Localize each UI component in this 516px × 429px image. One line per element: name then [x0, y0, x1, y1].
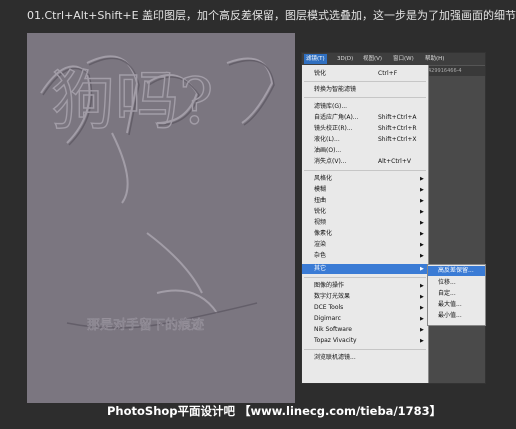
menu-item-sharpen[interactable]: 锐化 ▶	[302, 207, 428, 217]
submenu-item-high-pass[interactable]: 高反差保留...	[428, 266, 485, 276]
chevron-right-icon: ▶	[420, 316, 424, 322]
document-canvas: 狗吗? 那是对手留下的痕迹	[27, 33, 295, 403]
other-submenu: 高反差保留... 位移... 自定... 最大值... 最小值...	[427, 264, 486, 326]
menu-item-last-filter[interactable]: 锐化 Ctrl+F	[302, 69, 428, 79]
chevron-right-icon: ▶	[420, 209, 424, 215]
menu-item-adaptive-wide-angle[interactable]: 自适应广角(A)... Shift+Ctrl+A	[302, 113, 428, 123]
menu-item-video[interactable]: 视频 ▶	[302, 218, 428, 228]
menu-item-browse-online[interactable]: 浏览联机滤镜...	[302, 353, 428, 363]
instruction-text: 01.Ctrl+Alt+Shift+E 盖印图层，加个高反差保留，图层模式选叠加…	[27, 9, 516, 22]
chevron-right-icon: ▶	[420, 294, 424, 300]
menu-item-stylize[interactable]: 风格化 ▶	[302, 174, 428, 184]
document-tab[interactable]: 429916466-4	[428, 66, 485, 76]
menu-item-digimarc[interactable]: Digimarc ▶	[302, 314, 428, 324]
menu-item-distort[interactable]: 扭曲 ▶	[302, 196, 428, 206]
menu-item-nik-software[interactable]: Nik Software ▶	[302, 325, 428, 335]
menu-item-lens-correction[interactable]: 镜头校正(R)... Shift+Ctrl+R	[302, 124, 428, 134]
chevron-right-icon: ▶	[420, 242, 424, 248]
filter-menu: 锐化 Ctrl+F 转换为智能滤镜 滤镜库(G)... 自适应广角(A)... Sh…	[302, 65, 429, 383]
menu-help[interactable]: 帮助(H)	[423, 54, 446, 64]
menu-item-pixelate[interactable]: 像素化 ▶	[302, 229, 428, 239]
chevron-right-icon: ▶	[420, 338, 424, 344]
menu-item-smart-filter[interactable]: 转换为智能滤镜	[302, 85, 428, 95]
chevron-right-icon: ▶	[420, 176, 424, 182]
submenu-item-offset[interactable]: 位移...	[428, 278, 485, 288]
chevron-right-icon: ▶	[420, 187, 424, 193]
embossed-artwork: 狗吗? 那是对手留下的痕迹	[40, 55, 275, 333]
footer-watermark: PhotoShop平面设计吧 【www.linecg.com/tieba/178…	[107, 404, 442, 418]
submenu-item-minimum[interactable]: 最小值...	[428, 311, 485, 321]
menu-item-digital-light[interactable]: 数字灯光效果 ▶	[302, 292, 428, 302]
menu-item-filter-gallery[interactable]: 滤镜库(G)...	[302, 102, 428, 112]
menu-item-other[interactable]: 其它 ▶	[302, 264, 428, 274]
menu-item-oil-paint[interactable]: 油画(O)...	[302, 146, 428, 156]
menu-item-noise[interactable]: 杂色 ▶	[302, 251, 428, 261]
canvas-slogan: 那是对手留下的痕迹	[87, 317, 204, 333]
menu-item-blur[interactable]: 模糊 ▶	[302, 185, 428, 195]
menu-item-dce-tools[interactable]: DCE Tools ▶	[302, 303, 428, 313]
menu-item-render[interactable]: 渲染 ▶	[302, 240, 428, 250]
chevron-right-icon: ▶	[420, 231, 424, 237]
menu-item-liquify[interactable]: 液化(L)... Shift+Ctrl+X	[302, 135, 428, 145]
menu-3d[interactable]: 3D(D)	[335, 54, 355, 64]
chevron-right-icon: ▶	[420, 220, 424, 226]
chevron-right-icon: ▶	[420, 253, 424, 259]
chevron-right-icon: ▶	[420, 283, 424, 289]
menu-window[interactable]: 窗口(W)	[391, 54, 416, 64]
submenu-item-maximum[interactable]: 最大值...	[428, 300, 485, 310]
photoshop-window: 滤镜(T) 3D(D) 视图(V) 窗口(W) 帮助(H) 429916466-…	[301, 52, 486, 384]
menu-item-vanishing-point[interactable]: 消失点(V)... Alt+Ctrl+V	[302, 157, 428, 167]
submenu-item-custom[interactable]: 自定...	[428, 289, 485, 299]
canvas-headline: 狗吗?	[51, 65, 213, 139]
chevron-right-icon: ▶	[420, 327, 424, 333]
menu-item-image-ops[interactable]: 图像的操作 ▶	[302, 281, 428, 291]
chevron-right-icon: ▶	[420, 198, 424, 204]
menu-filter[interactable]: 滤镜(T)	[304, 54, 327, 64]
menu-view[interactable]: 视图(V)	[361, 54, 384, 64]
menu-item-topaz-vivacity[interactable]: Topaz Vivacity ▶	[302, 336, 428, 346]
chevron-right-icon: ▶	[420, 266, 424, 272]
chevron-right-icon: ▶	[420, 305, 424, 311]
